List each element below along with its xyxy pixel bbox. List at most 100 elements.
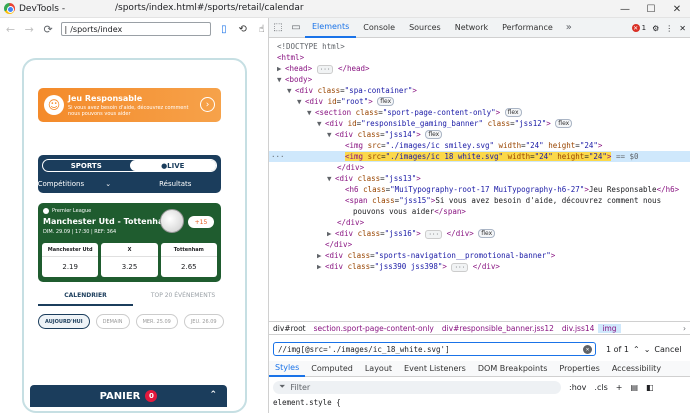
breadcrumb-item[interactable]: div#root xyxy=(269,324,310,333)
tab-sources[interactable]: Sources xyxy=(402,18,448,38)
styles-tab-bar: Styles Computed Layout Event Listeners D… xyxy=(269,361,690,377)
banner-text: Si vous avez besoin d'aide, découvrez co… xyxy=(68,105,189,117)
tab-calendar[interactable]: CALENDRIER xyxy=(38,292,133,306)
breadcrumb-item-active[interactable]: img xyxy=(598,323,621,333)
dom-node[interactable]: ▶ <div class="sports-navigation__promotio… xyxy=(269,250,690,261)
day-chip[interactable]: AUJOURD'HUI xyxy=(38,314,90,329)
dom-node[interactable]: ▼ <div class="spa-container"> xyxy=(269,85,690,96)
window-title: DevTools - xyxy=(19,3,66,14)
device-viewport-pane: ← → ⟳ | /sports/index ▯ ⟲ ☝ ☺ Jeu Respon… xyxy=(0,18,268,413)
tab-layout[interactable]: Layout xyxy=(359,361,398,377)
chevron-down-icon[interactable]: ⌄ xyxy=(644,345,651,354)
dom-node[interactable]: <!DOCTYPE html> xyxy=(269,41,690,52)
tab-accessibility[interactable]: Accessibility xyxy=(606,361,667,377)
devtools-actions: ✕ 1 ⚙ ⋮ ✕ xyxy=(631,18,690,38)
computed-styles-icon[interactable]: ▤ xyxy=(630,383,638,392)
dom-node[interactable]: ▼ <div id="root"> flex xyxy=(269,96,690,107)
dom-node[interactable]: <html> xyxy=(269,52,690,63)
touch-icon[interactable]: ☝ xyxy=(255,22,268,36)
dom-node[interactable]: </div> xyxy=(269,217,690,228)
chevron-up-icon[interactable]: ⌃ xyxy=(633,345,640,354)
odd-draw[interactable]: X 3.25 xyxy=(101,243,158,277)
chevron-right-icon[interactable]: › xyxy=(200,97,215,112)
day-chip[interactable]: JEU. 26.09 xyxy=(183,314,224,329)
tab-live[interactable]: ● LIVE xyxy=(129,160,216,171)
mouse-icon[interactable]: ▯ xyxy=(217,22,230,36)
tab-sports[interactable]: SPORTS xyxy=(43,160,130,171)
tab-top-20-events[interactable]: TOP 20 ÉVÉNEMENTS xyxy=(133,292,233,306)
dom-node[interactable]: ▶ <head> ··· </head> xyxy=(269,63,690,74)
styles-filter-input[interactable]: ⏷ Filter xyxy=(273,380,561,394)
back-arrow-icon[interactable]: ← xyxy=(4,22,17,36)
tab-competitions[interactable]: Compétitions ⌄ xyxy=(38,177,130,191)
maximize-button[interactable]: ☐ xyxy=(638,0,664,18)
address-bar[interactable]: | /sports/index xyxy=(60,22,212,36)
more-tabs-icon[interactable]: » xyxy=(560,18,578,38)
filter-placeholder: Filter xyxy=(290,382,311,392)
more-bets-button[interactable]: +15 xyxy=(188,216,214,228)
dom-node[interactable]: ▼ <div id="responsible_gaming_banner" cla… xyxy=(269,118,690,129)
tab-console[interactable]: Console xyxy=(356,18,402,38)
dom-search-bar: //img[@src='./images/ic_18_white.svg'] ✕… xyxy=(269,339,690,359)
clear-search-icon[interactable]: ✕ xyxy=(583,345,592,354)
breadcrumb-item[interactable]: div#responsible_banner.jss12 xyxy=(438,324,558,333)
dom-node[interactable]: <img src="./images/ic smiley.svg" width=… xyxy=(269,140,690,151)
chevron-down-icon: ⌄ xyxy=(105,180,112,188)
device-frame: ☺ Jeu Responsable Si vous avez besoin d'… xyxy=(22,58,247,413)
odd-away[interactable]: Tottenham 2.65 xyxy=(160,243,217,277)
dom-search-input[interactable]: //img[@src='./images/ic_18_white.svg'] ✕ xyxy=(273,342,596,356)
dom-node[interactable]: </div> xyxy=(269,239,690,250)
dom-node[interactable]: <h6 class="MuiTypography-root-17 MuiTypo… xyxy=(269,184,690,195)
add-rule-icon[interactable]: + xyxy=(616,383,623,392)
tab-performance[interactable]: Performance xyxy=(495,18,560,38)
dom-node[interactable]: ▼ <div class="jss14"> flex xyxy=(269,129,690,140)
dom-node[interactable]: ▼ <section class="sport-page-content-only… xyxy=(269,107,690,118)
rotate-icon[interactable]: ⟲ xyxy=(236,22,249,36)
chevron-right-icon[interactable]: › xyxy=(679,324,690,333)
cancel-search-button[interactable]: Cancel xyxy=(654,345,681,354)
odd-home[interactable]: Manchester Utd 2.19 xyxy=(42,243,99,277)
class-toggle[interactable]: .cls xyxy=(594,383,607,392)
element-style-rule[interactable]: element.style { xyxy=(273,398,690,408)
breadcrumb-item[interactable]: div.jss14 xyxy=(558,324,599,333)
dom-node[interactable]: pouvons vous aider</span> xyxy=(269,206,690,217)
sidebar-toggle-icon[interactable]: ◧ xyxy=(646,383,654,392)
close-devtools-icon[interactable]: ✕ xyxy=(679,24,686,33)
minimize-button[interactable]: — xyxy=(612,0,638,18)
dom-node[interactable]: <span class="jss15">Si vous avez besoin … xyxy=(269,195,690,206)
sports-navigation: SPORTS ● LIVE Compétitions ⌄ Résultats xyxy=(38,155,221,193)
inspect-icon[interactable]: ⬚ xyxy=(269,18,287,38)
responsible-gaming-banner[interactable]: ☺ Jeu Responsable Si vous avez besoin d'… xyxy=(38,88,221,122)
basket-button[interactable]: PANIER 0 ⌃ xyxy=(30,385,227,407)
tab-results[interactable]: Résultats xyxy=(130,177,222,191)
forward-arrow-icon[interactable]: → xyxy=(23,22,36,36)
dom-node[interactable]: ▼ <div class="jss13"> xyxy=(269,173,690,184)
dom-node[interactable]: ▼ <body> xyxy=(269,74,690,85)
tab-elements[interactable]: Elements xyxy=(305,18,357,38)
day-chip[interactable]: MER. 25.09 xyxy=(135,314,178,329)
odd-label: Manchester Utd xyxy=(42,243,99,257)
reload-icon[interactable]: ⟳ xyxy=(42,22,55,36)
dom-tree[interactable]: <!DOCTYPE html> <html> ▶ <head> ··· </hea… xyxy=(269,39,690,314)
device-toolbar-icon[interactable]: ▭ xyxy=(287,18,305,38)
tab-styles[interactable]: Styles xyxy=(269,361,306,377)
tab-properties[interactable]: Properties xyxy=(553,361,605,377)
tab-network[interactable]: Network xyxy=(448,18,495,38)
calendar-tabs: CALENDRIER TOP 20 ÉVÉNEMENTS xyxy=(38,292,238,306)
hover-state-toggle[interactable]: :hov xyxy=(569,383,586,392)
error-counter[interactable]: ✕ 1 xyxy=(631,24,646,32)
tab-dom-breakpoints[interactable]: DOM Breakpoints xyxy=(472,361,554,377)
breadcrumb-item[interactable]: section.sport-page-content-only xyxy=(310,324,438,333)
close-button[interactable]: ✕ xyxy=(664,0,690,18)
tab-computed[interactable]: Computed xyxy=(305,361,359,377)
dom-node[interactable]: ▶ <div class="jss16"> ··· </div> flex xyxy=(269,228,690,239)
kebab-menu-icon[interactable]: ⋮ xyxy=(665,24,673,33)
tab-event-listeners[interactable]: Event Listeners xyxy=(398,361,472,377)
day-chip[interactable]: DEMAIN xyxy=(95,314,130,329)
style-rules: element.style { xyxy=(269,398,690,413)
dom-node[interactable]: ▶ <div class="jss390 jss398"> ··· </div> xyxy=(269,261,690,272)
dom-node[interactable]: </div> xyxy=(269,162,690,173)
match-card[interactable]: Premier League Manchester Utd - Tottenha… xyxy=(38,203,221,282)
dom-node-selected[interactable]: ··· <img src="./images/ic 18 white.svg" w… xyxy=(269,151,690,162)
settings-gear-icon[interactable]: ⚙ xyxy=(652,24,659,33)
